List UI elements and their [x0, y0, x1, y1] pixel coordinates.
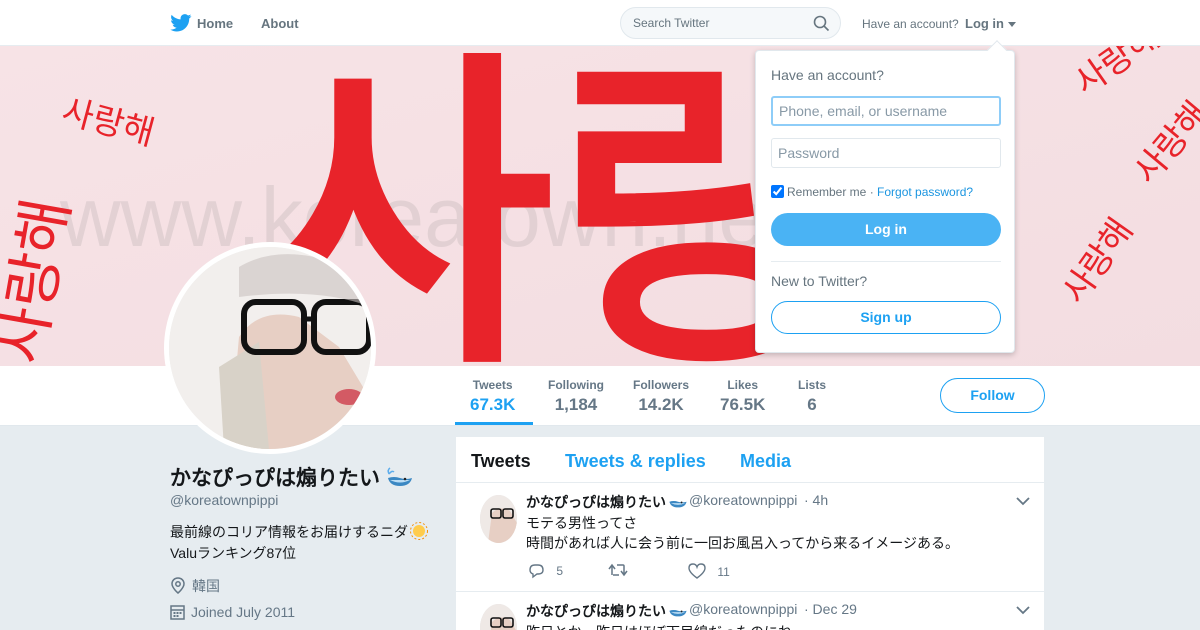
calendar-icon	[170, 605, 185, 620]
whale-emoji-icon	[669, 610, 687, 617]
have-account-text: Have an account?	[862, 17, 959, 31]
whale-emoji-icon	[669, 501, 687, 508]
whale-emoji-icon	[387, 467, 412, 486]
stat-value: 67.3K	[470, 395, 516, 414]
stat-following[interactable]: Following 1,184	[548, 378, 604, 415]
tab-tweets[interactable]: Tweets	[471, 451, 531, 472]
like-action[interactable]: 11	[688, 563, 730, 579]
stat-value: 1,184	[554, 395, 598, 414]
chevron-down-icon[interactable]	[1016, 493, 1030, 511]
profile-bio-line2: Valuランキング87位	[170, 545, 297, 561]
location-pin-icon	[171, 577, 185, 594]
heart-icon	[688, 563, 706, 579]
active-tab-indicator	[455, 422, 533, 425]
profile-handle[interactable]: @koreatownpippi	[170, 492, 278, 508]
tweet-author-name[interactable]: かなぴっぴは煽りたい	[526, 492, 688, 512]
login-dropdown: Have an account? Remember me · Forgot pa…	[755, 40, 1015, 353]
tweet-avatar[interactable]	[480, 604, 517, 630]
forgot-password-link[interactable]: Forgot password?	[877, 185, 973, 199]
stat-label: Likes	[727, 378, 759, 392]
stat-value: 76.5K	[720, 395, 766, 414]
profile-name: かなぴっぴは煽りたい	[170, 462, 414, 492]
login-link-label: Log in	[965, 16, 1004, 31]
tweet-item[interactable]: かなぴっぴは煽りたい @koreatownpippi · 4h モテる男性ってさ…	[456, 483, 1044, 592]
reply-count: 5	[556, 564, 564, 578]
tweet-timestamp[interactable]: · 4h	[804, 492, 828, 508]
search-box[interactable]: Search Twitter	[620, 7, 841, 39]
caret-down-icon	[1007, 22, 1016, 27]
tweet-timestamp[interactable]: · Dec 29	[804, 601, 857, 617]
stat-label: Following	[548, 378, 604, 392]
joined-text: Joined July 2011	[191, 604, 296, 620]
tweet-author-handle[interactable]: @koreatownpippi	[689, 492, 797, 508]
nav-home-link[interactable]: Home	[197, 16, 233, 31]
retweet-icon	[608, 563, 628, 577]
timeline-tabs: Tweets Tweets & replies Media	[456, 437, 1044, 483]
follow-button[interactable]: Follow	[940, 378, 1045, 413]
profile-joined: Joined July 2011	[170, 604, 295, 620]
login-button[interactable]: Log in	[771, 213, 1001, 246]
stat-value: 14.2K	[638, 395, 684, 414]
twitter-bird-icon[interactable]	[170, 14, 192, 37]
tweet-author-handle[interactable]: @koreatownpippi	[689, 601, 797, 617]
tweet-avatar[interactable]	[480, 495, 517, 543]
timeline: Tweets Tweets & replies Media かなぴっぴは煽りたい…	[456, 437, 1044, 630]
new-to-twitter-text: New to Twitter?	[771, 273, 868, 289]
stat-label: Tweets	[472, 378, 513, 392]
tweet-author-name-text: かなぴっぴは煽りたい	[526, 603, 666, 619]
stat-likes[interactable]: Likes 76.5K	[720, 378, 765, 415]
tweet-text-line1: 昨日とか一昨日はほぼ下目線だったのにね	[526, 622, 792, 630]
remember-label[interactable]: Remember me	[787, 185, 866, 199]
remember-row: Remember me · Forgot password?	[771, 185, 973, 199]
remember-separator: ·	[866, 185, 878, 199]
tab-tweets-replies[interactable]: Tweets & replies	[565, 451, 706, 472]
search-placeholder: Search Twitter	[633, 16, 710, 30]
like-count: 11	[717, 565, 730, 579]
stat-label: Lists	[798, 378, 827, 392]
tweet-text-line1: モテる男性ってさ	[526, 515, 638, 531]
reply-icon	[529, 564, 544, 579]
stat-tweets[interactable]: Tweets 67.3K	[470, 378, 515, 415]
chevron-down-icon[interactable]	[1016, 602, 1030, 620]
search-icon[interactable]	[813, 15, 830, 37]
reply-action[interactable]: 5	[528, 563, 563, 579]
signup-button[interactable]: Sign up	[771, 301, 1001, 334]
stat-label: Followers	[633, 378, 690, 392]
username-input[interactable]	[771, 96, 1001, 126]
profile-name-text: かなぴっぴは煽りたい	[170, 467, 380, 490]
password-input[interactable]	[771, 138, 1001, 168]
location-text: 韓国	[192, 578, 220, 594]
tweet-author-name[interactable]: かなぴっぴは煽りたい	[526, 601, 688, 621]
profile-location: 韓国	[170, 576, 220, 596]
stat-value: 6	[807, 395, 817, 414]
profile-bio-line1: 最前線のコリア情報をお届けするニダ	[170, 522, 428, 542]
nav-about-link[interactable]: About	[261, 16, 299, 31]
profile-avatar[interactable]	[164, 242, 376, 454]
stat-followers[interactable]: Followers 14.2K	[633, 378, 689, 415]
bio-text: 最前線のコリア情報をお届けするニダ	[170, 524, 408, 540]
login-dropdown-toggle[interactable]: Log in	[965, 16, 1016, 31]
tab-media[interactable]: Media	[740, 451, 791, 472]
retweet-action[interactable]	[608, 563, 628, 578]
tweet-item[interactable]: かなぴっぴは煽りたい @koreatownpippi · Dec 29 昨日とか…	[456, 592, 1044, 630]
stat-lists[interactable]: Lists 6	[798, 378, 826, 415]
top-navigation-bar: Home About Search Twitter Have an accoun…	[0, 0, 1200, 46]
sun-emoji-icon	[410, 522, 428, 540]
login-dropdown-title: Have an account?	[771, 67, 884, 83]
remember-checkbox[interactable]	[771, 185, 784, 198]
tweet-text-line2: 時間があれば人に会う前に一回お風呂入ってから来るイメージある。	[526, 535, 960, 551]
tweet-author-name-text: かなぴっぴは煽りたい	[526, 494, 666, 510]
divider	[771, 261, 1001, 262]
